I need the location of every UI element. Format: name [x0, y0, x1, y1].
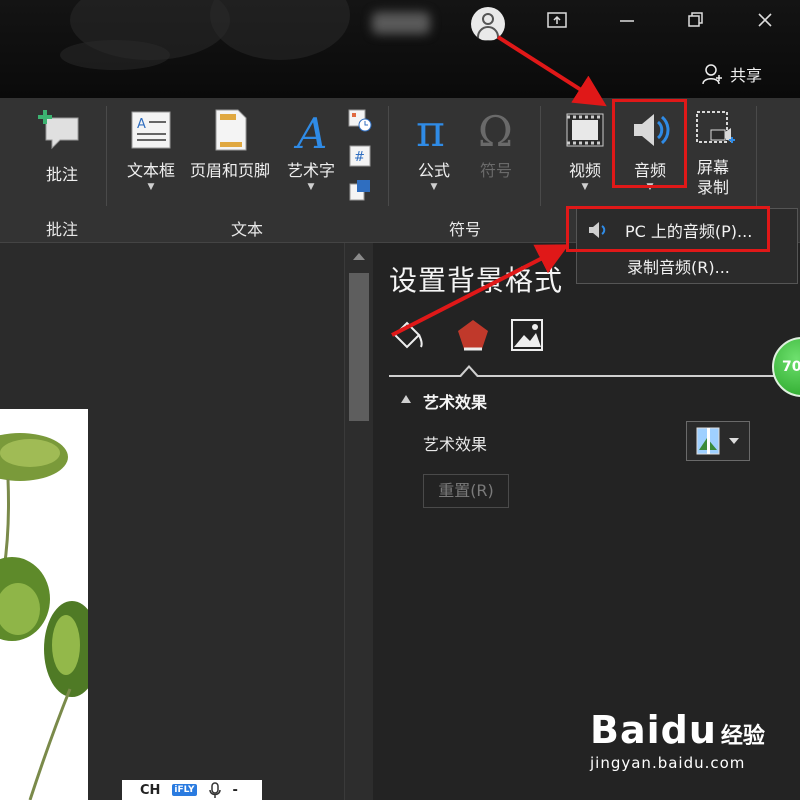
header-footer-label: 页眉和页脚 [189, 161, 270, 180]
close-icon[interactable] [742, 8, 788, 40]
share-label: 共享 [730, 66, 763, 85]
equation-label: 公式 [417, 161, 450, 180]
omega-symbol-icon: Ω [478, 107, 513, 156]
screen-recording-label-line1: 屏幕 [696, 158, 729, 177]
slide-number-icon[interactable]: # [348, 144, 372, 168]
art-effect-label: 艺术效果 [423, 435, 488, 454]
ime-toolbar[interactable]: CH iFLY - [122, 780, 262, 800]
wordart-label: 艺术字 [286, 161, 335, 180]
picture-icon[interactable] [510, 317, 546, 353]
wordart-button[interactable]: A 艺术字 ▼ [280, 108, 342, 192]
header-footer-button[interactable]: 页眉和页脚 [184, 108, 276, 182]
vertical-scrollbar[interactable] [344, 243, 373, 800]
video-label: 视频 [568, 161, 601, 180]
scroll-up-icon[interactable] [353, 253, 365, 260]
new-comment-icon [38, 110, 79, 150]
comment-button-label: 批注 [45, 165, 78, 184]
collapse-section-icon[interactable] [401, 395, 411, 403]
title-bar: 共享 [0, 0, 800, 98]
user-name-blurred [372, 12, 430, 34]
chevron-down-icon: ▼ [147, 182, 155, 192]
share-person-icon [702, 64, 722, 85]
share-button[interactable]: 共享 [702, 62, 762, 86]
slide-image [0, 409, 88, 800]
date-time-icon[interactable] [348, 108, 372, 132]
watermark-url: jingyan.baidu.com [590, 754, 746, 772]
ime-menu-icon[interactable]: - [233, 783, 238, 798]
reset-button[interactable]: 重置(R) [423, 474, 509, 508]
pane-title: 设置背景格式 [389, 264, 564, 297]
ribbon-display-icon[interactable] [534, 8, 580, 40]
video-button[interactable]: 视频 ▼ [556, 108, 614, 192]
background-cloud [60, 40, 170, 70]
microphone-icon[interactable] [208, 782, 221, 798]
header-footer-icon [215, 109, 247, 151]
menu-item-label: 录制音频(R)... [627, 258, 730, 277]
chevron-down-icon: ▼ [307, 182, 315, 192]
film-video-icon [566, 113, 604, 147]
wordart-icon: A [293, 109, 327, 158]
section-header-art-effects[interactable]: 艺术效果 [423, 389, 487, 413]
group-label-comments: 批注 [45, 220, 78, 239]
tab-underline [389, 375, 789, 377]
scrollbar-thumb[interactable] [349, 273, 369, 421]
equation-button[interactable]: π 公式 ▼ [404, 106, 464, 192]
symbol-label: 符号 [479, 161, 512, 180]
screen-recording-button[interactable]: 屏幕 录制 [684, 108, 742, 198]
watermark-sub: 经验 [720, 724, 765, 749]
textbox-icon: A [131, 111, 171, 149]
menu-highlight-box [566, 206, 770, 252]
ifly-logo-icon[interactable]: iFLY [172, 784, 197, 796]
comment-button[interactable]: 批注 [30, 108, 94, 186]
ime-mode[interactable]: CH [140, 783, 160, 798]
chevron-down-icon: ▼ [581, 182, 589, 192]
group-label-symbols: 符号 [448, 220, 481, 239]
restore-icon[interactable] [672, 8, 718, 40]
minimize-icon[interactable] [604, 8, 650, 40]
textbox-button[interactable]: A 文本框 ▼ [118, 108, 184, 192]
group-divider [540, 106, 541, 206]
svg-text:#: # [354, 150, 365, 165]
audio-highlight-box [612, 99, 687, 188]
background-cloud [210, 0, 350, 60]
symbol-button[interactable]: Ω 符号 [466, 107, 526, 182]
svg-text:A: A [137, 117, 146, 132]
watermark-logo: Baidu [590, 708, 717, 752]
baidu-watermark: Baidu 经验 jingyan.baidu.com [590, 708, 800, 800]
svg-text:π: π [416, 108, 445, 152]
user-avatar-icon[interactable] [471, 7, 505, 41]
group-divider [388, 106, 389, 206]
screen-recording-label-line2: 录制 [696, 178, 729, 197]
object-icon[interactable] [348, 178, 372, 202]
group-divider [106, 106, 107, 206]
fill-bucket-icon[interactable] [389, 317, 425, 353]
effects-pentagon-icon[interactable] [455, 317, 491, 353]
group-label-text: 文本 [230, 220, 263, 239]
menu-item-record-audio[interactable]: 录制音频(R)... [577, 249, 797, 283]
pi-equation-icon: π [416, 106, 445, 157]
group-divider [756, 106, 757, 206]
svg-text:Ω: Ω [478, 108, 513, 152]
chevron-down-icon: ▼ [430, 182, 438, 192]
art-effect-dropdown[interactable] [686, 421, 750, 461]
screen-recording-icon [696, 111, 735, 143]
textbox-label: 文本框 [126, 161, 175, 180]
svg-text:A: A [293, 109, 327, 152]
